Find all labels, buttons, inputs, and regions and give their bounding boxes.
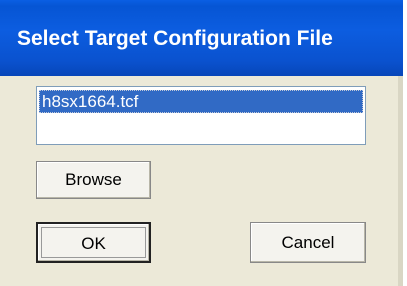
title-bar[interactable]: Select Target Configuration File [0,0,403,76]
browse-button[interactable]: Browse [36,161,151,199]
cancel-button[interactable]: Cancel [250,222,366,263]
window-right-border [398,76,403,286]
dialog-window: Select Target Configuration File h8sx166… [0,0,403,286]
dialog-title: Select Target Configuration File [17,27,333,50]
list-item-selected[interactable]: h8sx1664.tcf [39,90,363,113]
ok-button-label: OK [81,234,106,253]
file-listbox[interactable]: h8sx1664.tcf [36,86,366,145]
ok-button[interactable]: OK [36,222,151,263]
